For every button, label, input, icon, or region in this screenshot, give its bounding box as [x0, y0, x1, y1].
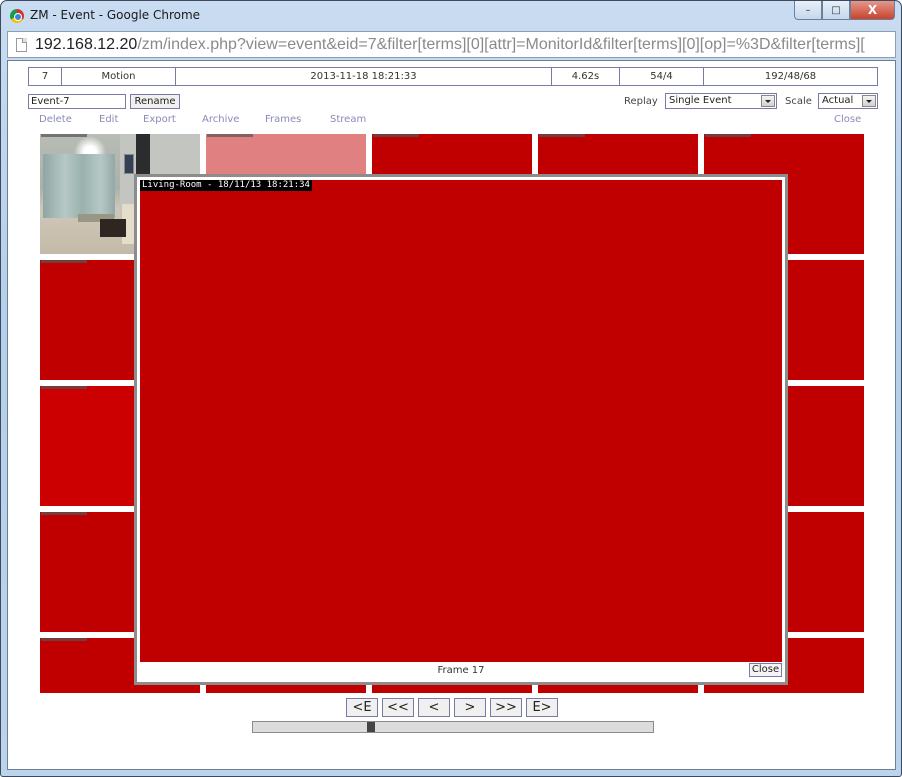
replay-label: Replay [624, 96, 658, 107]
window-title: ZM - Event - Google Chrome [30, 8, 201, 22]
event-name-input[interactable] [28, 94, 126, 109]
close-link[interactable]: Close [834, 114, 861, 125]
event-length: 4.62s [551, 67, 620, 86]
close-window-button[interactable]: X [850, 1, 895, 20]
scale-selected-value: Actual [822, 95, 854, 106]
fast-forward-button[interactable]: >> [490, 698, 522, 717]
event-info-table: 7 Motion 2013-11-18 18:21:33 4.62s 54/4 … [28, 67, 878, 86]
edit-link[interactable]: Edit [99, 114, 118, 125]
event-scores: 192/48/68 [703, 67, 878, 86]
chrome-logo-icon [10, 9, 24, 23]
maximize-button[interactable]: □ [822, 1, 850, 20]
event-cause: Motion [61, 67, 176, 86]
last-event-button[interactable]: E> [526, 698, 558, 717]
scale-select[interactable]: Actual [818, 93, 878, 109]
url-path: /zm/index.php?view=event&eid=7&filter[te… [137, 35, 865, 53]
fast-rewind-button[interactable]: << [382, 698, 414, 717]
event-progress-slider[interactable] [252, 721, 654, 733]
stream-link[interactable]: Stream [330, 114, 366, 125]
address-bar[interactable]: 192.168.12.20/zm/index.php?view=event&ei… [7, 31, 896, 58]
page-content: 7 Motion 2013-11-18 18:21:33 4.62s 54/4 … [7, 60, 896, 770]
window-controls: – □ X [794, 1, 895, 21]
scale-label: Scale [785, 96, 812, 107]
next-frame-button[interactable]: > [454, 698, 486, 717]
slider-handle[interactable] [367, 722, 375, 732]
event-start-time: 2013-11-18 18:21:33 [175, 67, 552, 86]
url-host: 192.168.12.20 [35, 35, 138, 53]
previous-frame-button[interactable]: < [418, 698, 450, 717]
close-icon: X [867, 3, 878, 17]
browser-window: ZM - Event - Google Chrome – □ X 192.168… [0, 0, 902, 777]
first-event-button[interactable]: <E [346, 698, 378, 717]
rename-button[interactable]: Rename [130, 94, 180, 109]
frame-image: Living-Room - 18/11/13 18:21:34 [140, 180, 782, 662]
event-navigation: <E << < > >> E> [346, 698, 558, 717]
event-frames: 54/4 [619, 67, 704, 86]
maximize-icon: □ [831, 4, 841, 16]
chevron-down-icon [761, 95, 775, 107]
frame-label: Frame 17 [437, 665, 485, 676]
replay-select[interactable]: Single Event [665, 93, 777, 109]
frame-viewer-modal: Living-Room - 18/11/13 18:21:34 Frame 17… [134, 174, 788, 685]
export-link[interactable]: Export [143, 114, 176, 125]
event-info-row: 7 Motion 2013-11-18 18:21:33 4.62s 54/4 … [28, 67, 878, 86]
chevron-down-icon [862, 95, 876, 107]
modal-close-button[interactable]: Close [749, 663, 782, 677]
event-id: 7 [28, 67, 62, 86]
title-bar: ZM - Event - Google Chrome – □ X [1, 1, 901, 29]
minimize-icon: – [805, 4, 811, 16]
replay-selected-value: Single Event [669, 95, 732, 106]
frames-link[interactable]: Frames [265, 114, 301, 125]
page-icon [16, 37, 27, 52]
archive-link[interactable]: Archive [202, 114, 239, 125]
delete-link[interactable]: Delete [39, 114, 72, 125]
frame-timestamp: Living-Room - 18/11/13 18:21:34 [140, 180, 312, 191]
minimize-button[interactable]: – [794, 1, 822, 20]
